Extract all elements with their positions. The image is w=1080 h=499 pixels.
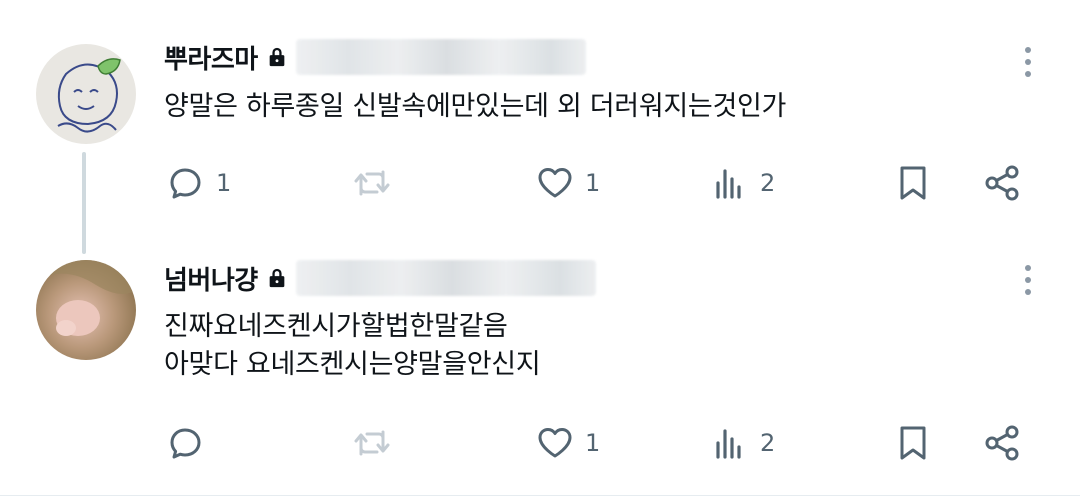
divider	[0, 495, 1080, 496]
reply-icon	[170, 168, 201, 199]
tweet[interactable]: 뿌라즈마 양말은 하루종일 신발속에만있는데 외 더러워지는것인가 1 1 2	[0, 0, 1080, 254]
more-icon[interactable]	[1016, 44, 1040, 80]
like-count: 1	[585, 429, 601, 457]
tweet-text: 양말은 하루종일 신발속에만있는데 외 더러워지는것인가	[164, 88, 786, 126]
display-name[interactable]: 넘버나걍	[164, 260, 258, 297]
avatar[interactable]	[36, 44, 136, 144]
handle-redacted	[295, 260, 596, 296]
views-button[interactable]: 2	[710, 418, 775, 468]
action-bar: 1 1 2	[0, 158, 1080, 208]
author-row: 뿌라즈마	[164, 37, 586, 77]
reply-button[interactable]: 1	[166, 158, 231, 208]
share-icon	[985, 165, 1019, 201]
view-count: 2	[760, 169, 776, 197]
lock-icon	[269, 268, 285, 288]
heart-icon	[538, 168, 572, 198]
reply-button[interactable]	[166, 418, 216, 468]
tweet-text-line: 아맞다 요네즈켄시는양말을안신지	[164, 349, 541, 380]
avatar[interactable]	[36, 260, 136, 360]
share-icon	[985, 425, 1019, 461]
action-bar: 1 2	[0, 418, 1080, 468]
bookmark-icon	[900, 426, 926, 460]
like-button[interactable]: 1	[535, 158, 600, 208]
views-icon	[716, 429, 741, 459]
like-button[interactable]: 1	[535, 418, 600, 468]
tweet[interactable]: 넘버나걍 진짜요네즈켄시가할법한말같음 아맞다 요네즈켄시는양말을안신지 1 2	[0, 230, 1080, 495]
bookmark-button[interactable]	[893, 158, 933, 208]
tweet-text-line: 양말은 하루종일 신발속에만있는데 외 더러워지는것인가	[164, 91, 787, 122]
tweet-text-line: 진짜요네즈켄시가할법한말같음	[164, 311, 508, 342]
reply-icon	[170, 428, 201, 459]
heart-icon	[538, 428, 572, 458]
retweet-icon	[354, 430, 390, 456]
views-icon	[716, 169, 741, 199]
view-count: 2	[760, 429, 776, 457]
retweet-button[interactable]	[352, 418, 402, 468]
share-button[interactable]	[982, 158, 1022, 208]
lock-icon	[269, 47, 285, 67]
retweet-icon	[354, 170, 390, 196]
like-count: 1	[585, 169, 601, 197]
tweet-text: 진짜요네즈켄시가할법한말같음 아맞다 요네즈켄시는양말을안신지	[164, 308, 541, 384]
share-button[interactable]	[982, 418, 1022, 468]
views-button[interactable]: 2	[710, 158, 775, 208]
display-name[interactable]: 뿌라즈마	[164, 39, 258, 76]
retweet-button[interactable]	[352, 158, 402, 208]
bookmark-icon	[900, 166, 926, 200]
author-row: 넘버나걍	[164, 258, 596, 298]
reply-count: 1	[216, 169, 232, 197]
bookmark-button[interactable]	[893, 418, 933, 468]
handle-redacted	[295, 39, 586, 75]
more-icon[interactable]	[1016, 262, 1040, 298]
